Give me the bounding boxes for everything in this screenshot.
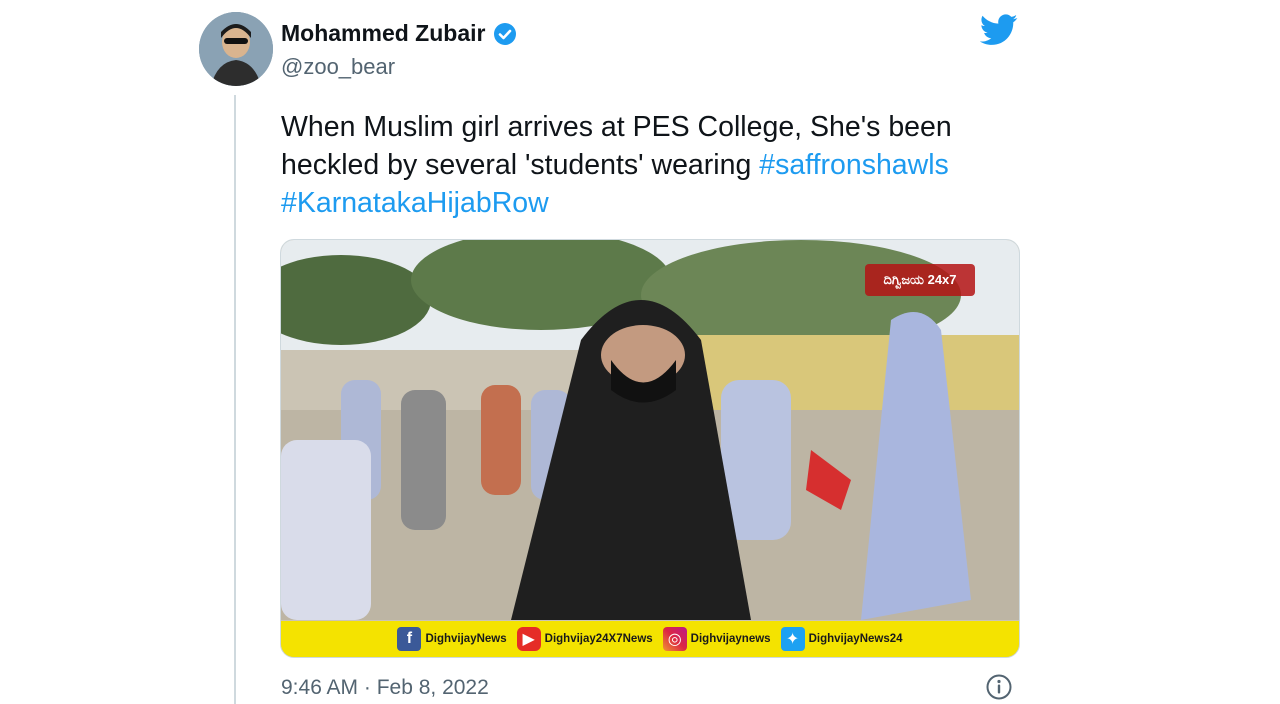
info-icon[interactable] — [985, 673, 1013, 701]
youtube-icon: ▶ — [516, 627, 541, 651]
tweet-text: When Muslim girl arrives at PES College,… — [281, 108, 1041, 222]
social-banner: f DighvijayNews ▶ Dighvijay24X7News ◎ Di… — [281, 621, 1019, 657]
hashtag-karnatakahijabrow[interactable]: #KarnatakaHijabRow — [281, 187, 549, 219]
banner-twitter-label: DighvijayNews24 — [808, 633, 903, 645]
twitter-bird-icon[interactable] — [980, 14, 1018, 46]
hashtag-saffronshawls[interactable]: #saffronshawls — [759, 149, 949, 181]
tweet-video[interactable]: ದಿಗ್ವಿಜಯ 24x7 f DighvijayNews ▶ Dighvija… — [280, 239, 1020, 658]
instagram-icon: ◎ — [662, 627, 687, 651]
banner-facebook: f DighvijayNews — [397, 627, 507, 651]
tweet-timestamp[interactable]: 9:46 AM · Feb 8, 2022 — [281, 676, 489, 700]
banner-instagram: ◎ Dighvijaynews — [662, 627, 771, 651]
video-frame — [281, 240, 1019, 657]
banner-youtube: ▶ Dighvijay24X7News — [516, 627, 653, 651]
banner-twitter: ✦ DighvijayNews24 — [780, 627, 903, 651]
verified-badge-icon — [494, 22, 517, 45]
avatar[interactable] — [199, 12, 273, 86]
facebook-icon: f — [397, 627, 422, 651]
author-handle[interactable]: @zoo_bear — [281, 54, 395, 80]
thread-line — [234, 95, 236, 704]
banner-instagram-label: Dighvijaynews — [690, 633, 771, 645]
channel-logo: ದಿಗ್ವಿಜಯ 24x7 — [865, 264, 975, 296]
author-name[interactable]: Mohammed Zubair — [281, 20, 485, 47]
twitter-icon: ✦ — [780, 627, 805, 651]
banner-youtube-label: Dighvijay24X7News — [544, 633, 653, 645]
banner-facebook-label: DighvijayNews — [425, 633, 507, 645]
